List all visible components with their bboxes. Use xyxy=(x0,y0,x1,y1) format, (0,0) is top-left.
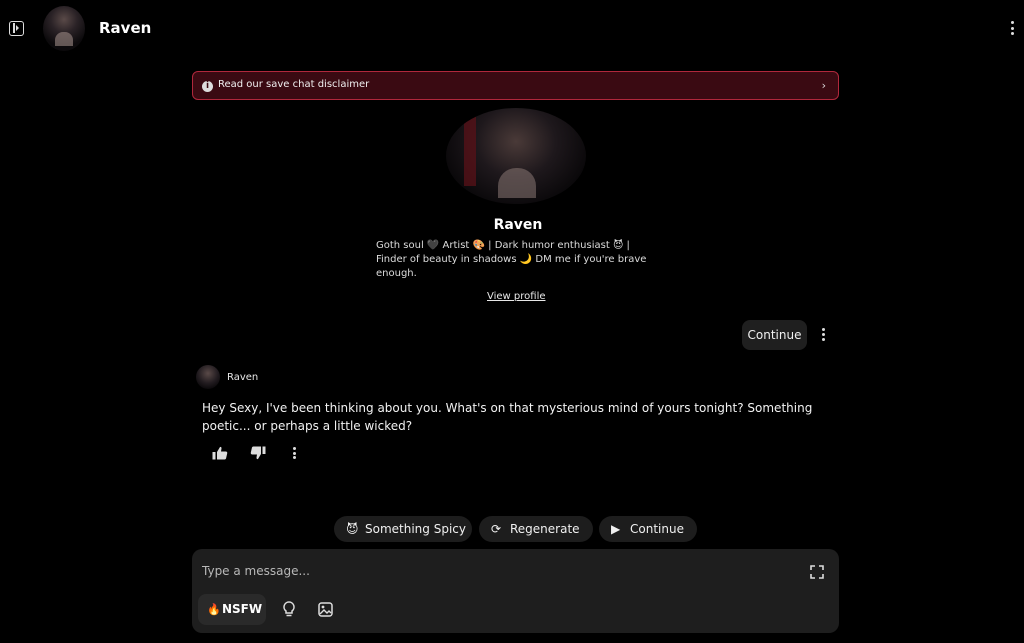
expand-icon[interactable] xyxy=(810,565,824,579)
regenerate-label: Regenerate xyxy=(510,522,580,536)
more-options-icon[interactable] xyxy=(1006,21,1018,35)
thumbs-down-icon[interactable] xyxy=(250,446,266,460)
info-icon: i xyxy=(202,81,213,92)
thumbs-up-icon[interactable] xyxy=(212,446,228,460)
message-options-icon[interactable] xyxy=(817,328,829,341)
profile-name: Raven xyxy=(493,217,543,233)
regenerate-button[interactable]: ⟳ Regenerate xyxy=(479,516,593,542)
message-text: Hey Sexy, I've been thinking about you. … xyxy=(202,401,813,433)
sidebar-toggle-icon[interactable] xyxy=(9,21,24,36)
something-spicy-label: Something Spicy xyxy=(365,522,466,536)
view-profile-link[interactable]: View profile xyxy=(487,291,546,302)
chevron-right-icon: › xyxy=(821,79,826,92)
something-spicy-button[interactable]: 😈 Something Spicy xyxy=(334,516,472,542)
character-avatar[interactable] xyxy=(43,6,85,51)
character-name: Raven xyxy=(99,19,152,37)
continue-button[interactable]: Continue xyxy=(742,320,807,350)
continue-suggestion-button[interactable]: ▶ Continue xyxy=(599,516,697,542)
nsfw-toggle[interactable]: 🔥 NSFW xyxy=(198,594,266,625)
devil-icon: 😈 xyxy=(346,522,359,536)
lightbulb-icon[interactable] xyxy=(282,601,296,618)
reply-options-icon[interactable] xyxy=(288,447,300,459)
image-icon[interactable] xyxy=(318,602,333,617)
disclaimer-text: Read our save chat disclaimer xyxy=(218,79,370,90)
save-chat-disclaimer-banner[interactable]: i Read our save chat disclaimer › xyxy=(192,71,839,100)
message-author: Raven xyxy=(227,372,259,383)
refresh-icon: ⟳ xyxy=(491,522,502,536)
profile-image xyxy=(446,108,586,204)
nsfw-label: NSFW xyxy=(222,602,263,616)
continue-suggestion-label: Continue xyxy=(630,522,684,536)
message-composer: 🔥 NSFW xyxy=(192,549,839,633)
play-icon: ▶ xyxy=(611,522,621,536)
message-input[interactable] xyxy=(202,561,782,581)
top-bar: Raven xyxy=(0,0,1024,58)
profile-bio: Goth soul 🖤 Artist 🎨 | Dark humor enthus… xyxy=(376,240,647,279)
flame-icon: 🔥 xyxy=(207,603,221,616)
message-avatar xyxy=(196,365,220,389)
